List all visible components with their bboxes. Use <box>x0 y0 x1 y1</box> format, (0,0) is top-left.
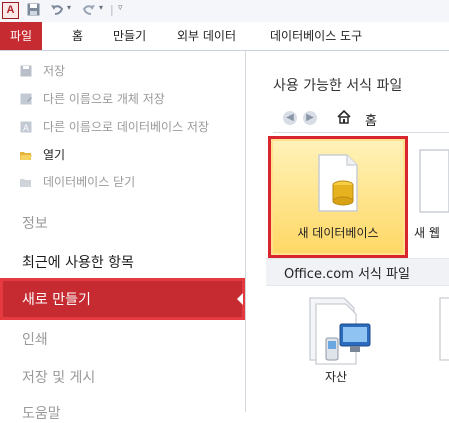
separator-icon: | <box>110 3 114 16</box>
office-templates-label: Office.com 서식 파일 <box>284 267 410 282</box>
backstage-nav: 저장 다른 이름으로 개체 저장 A 다른 이름으로 데이터베이스 저장 열기 … <box>0 51 246 422</box>
save-as-icon <box>20 93 32 105</box>
office-templates-header: Office.com 서식 파일 <box>266 258 449 286</box>
next-online-template-tile[interactable] <box>434 294 449 364</box>
blank-database-tile[interactable]: 새 데이터베이스 <box>268 136 408 258</box>
redo-icon[interactable] <box>82 3 96 19</box>
home-icon[interactable] <box>337 110 351 124</box>
save-command-label: 저장 <box>43 64 66 78</box>
section-recent[interactable]: 최근에 사용한 항목 <box>22 252 134 272</box>
breadcrumb-home[interactable]: 홈 <box>365 110 377 129</box>
forward-icon[interactable]: ▶ <box>303 111 317 125</box>
undo-dropdown-icon[interactable]: ▾ <box>67 3 71 12</box>
access-app-icon[interactable]: A <box>2 2 19 19</box>
save-database-as-icon: A <box>20 121 32 133</box>
web-database-icon <box>419 149 449 213</box>
template-breadcrumb-bar: ◀ ▶ 홈 <box>273 108 449 133</box>
save-database-as-label: 다른 이름으로 데이터베이스 저장 <box>43 120 210 134</box>
save-object-as-label: 다른 이름으로 개체 저장 <box>43 92 165 106</box>
back-icon[interactable]: ◀ <box>283 111 297 125</box>
blank-web-database-tile[interactable]: 새 웹 <box>414 136 449 258</box>
section-save-publish[interactable]: 저장 및 게시 <box>22 367 95 387</box>
close-database-label: 데이터베이스 닫기 <box>43 175 136 189</box>
section-new[interactable]: 새로 만들기 <box>0 278 245 320</box>
assets-template-icon <box>309 297 371 365</box>
blank-web-database-label: 새 웹 <box>414 226 440 240</box>
assets-template-label: 자산 <box>324 370 348 384</box>
save-icon <box>20 65 32 77</box>
close-database-icon <box>20 179 31 187</box>
tab-database-tools[interactable]: 데이터베이스 도구 <box>270 22 362 50</box>
undo-icon[interactable] <box>50 3 64 19</box>
section-new-label: 새로 만들기 <box>22 292 91 308</box>
blank-database-label: 새 데이터베이스 <box>297 226 379 240</box>
customize-icon[interactable]: ▿ <box>118 3 123 13</box>
section-info[interactable]: 정보 <box>22 213 48 233</box>
tab-home[interactable]: 홈 <box>72 22 83 50</box>
svg-text:A: A <box>23 123 29 133</box>
available-templates-heading: 사용 가능한 서식 파일 <box>273 78 403 94</box>
tab-file[interactable]: 파일 <box>0 22 42 50</box>
quick-access-toolbar: A ▾ ▾ | ▿ <box>0 0 449 22</box>
tab-external-data[interactable]: 외부 데이터 <box>177 22 236 50</box>
redo-dropdown-icon[interactable]: ▾ <box>99 3 103 12</box>
section-print[interactable]: 인쇄 <box>22 329 48 349</box>
template-thumbnail-icon <box>439 297 449 361</box>
save-icon[interactable] <box>27 3 40 19</box>
section-help[interactable]: 도움말 <box>22 403 61 423</box>
assets-template-tile[interactable]: 자산 <box>296 294 376 394</box>
ribbon-tabs: 파일 홈 만들기 외부 데이터 데이터베이스 도구 <box>0 22 449 51</box>
tab-create[interactable]: 만들기 <box>113 22 146 50</box>
open-command-label: 열기 <box>43 148 66 162</box>
open-folder-icon <box>20 152 32 160</box>
selected-arrow-icon <box>237 293 243 305</box>
blank-database-icon <box>318 154 358 212</box>
